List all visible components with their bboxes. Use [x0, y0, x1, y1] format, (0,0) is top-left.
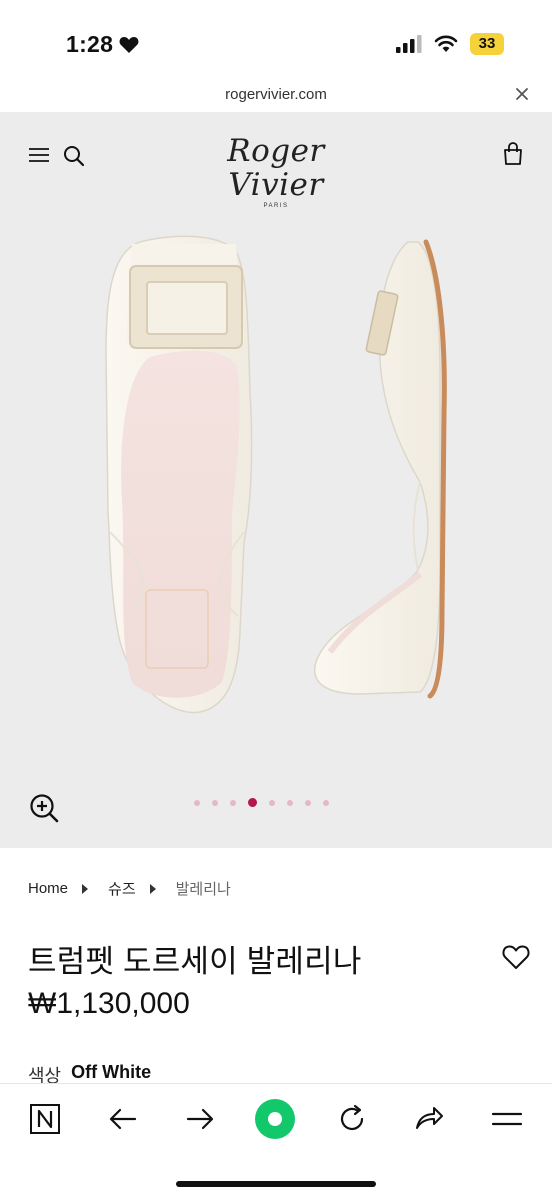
- gallery-dot[interactable]: [248, 798, 257, 807]
- brand-subtitle: PARIS: [263, 203, 289, 209]
- url-bar[interactable]: rogervivier.com: [0, 80, 552, 113]
- gallery-dot[interactable]: [194, 799, 200, 806]
- status-time: 1:28: [66, 31, 139, 58]
- gallery-dot[interactable]: [305, 799, 311, 806]
- shoe-side-view: [314, 239, 447, 699]
- wifi-icon: [434, 35, 458, 52]
- breadcrumb: Home 슈즈 발레리나: [28, 878, 231, 899]
- product-gallery[interactable]: Roger Vivier PARIS: [0, 112, 552, 848]
- site-header: Roger Vivier PARIS: [0, 112, 552, 209]
- wishlist-heart-icon[interactable]: [502, 944, 530, 970]
- gallery-dot[interactable]: [287, 799, 293, 806]
- gallery-pagination[interactable]: [194, 798, 329, 807]
- brand-name: Roger Vivier: [227, 133, 325, 203]
- breadcrumb-caret-icon: [82, 883, 89, 894]
- search-icon[interactable]: [63, 145, 85, 167]
- heart-icon: [119, 36, 139, 53]
- home-indicator: [176, 1181, 376, 1187]
- time-text: 1:28: [66, 31, 114, 57]
- browser-toolbar: [0, 1084, 552, 1200]
- brand-logo[interactable]: Roger Vivier PARIS: [176, 134, 376, 209]
- product-price: ₩1,130,000: [28, 987, 190, 1020]
- shoe-top-view: [105, 235, 253, 714]
- zoom-in-icon[interactable]: [29, 793, 59, 823]
- breadcrumb-home[interactable]: Home: [28, 880, 68, 897]
- menu-icon[interactable]: [28, 145, 50, 165]
- forward-arrow-icon[interactable]: [183, 1102, 217, 1136]
- gallery-dot[interactable]: [212, 799, 218, 806]
- back-arrow-icon[interactable]: [106, 1102, 140, 1136]
- product-image: [105, 235, 447, 714]
- breadcrumb-caret-icon: [149, 883, 156, 894]
- bag-icon[interactable]: [502, 142, 524, 166]
- signal-icon: [396, 35, 422, 53]
- share-icon[interactable]: [412, 1102, 446, 1136]
- hamburger-icon[interactable]: [490, 1102, 524, 1136]
- battery-badge: 33: [470, 33, 504, 55]
- breadcrumb-ballerina[interactable]: 발레리나: [176, 878, 231, 899]
- close-icon[interactable]: [514, 86, 530, 102]
- green-dot-icon[interactable]: [254, 1098, 296, 1140]
- status-bar: 1:28 33: [0, 0, 552, 80]
- gallery-dot[interactable]: [230, 799, 236, 806]
- gallery-dot[interactable]: [323, 799, 329, 806]
- status-indicators: 33: [396, 33, 504, 55]
- url-text[interactable]: rogervivier.com: [0, 86, 552, 103]
- breadcrumb-shoes[interactable]: 슈즈: [108, 878, 136, 899]
- gallery-dot[interactable]: [269, 799, 275, 806]
- reload-icon[interactable]: [335, 1102, 369, 1136]
- n-home-icon[interactable]: [28, 1102, 62, 1136]
- product-title: 트럼펫 도르세이 발레리나: [28, 944, 362, 979]
